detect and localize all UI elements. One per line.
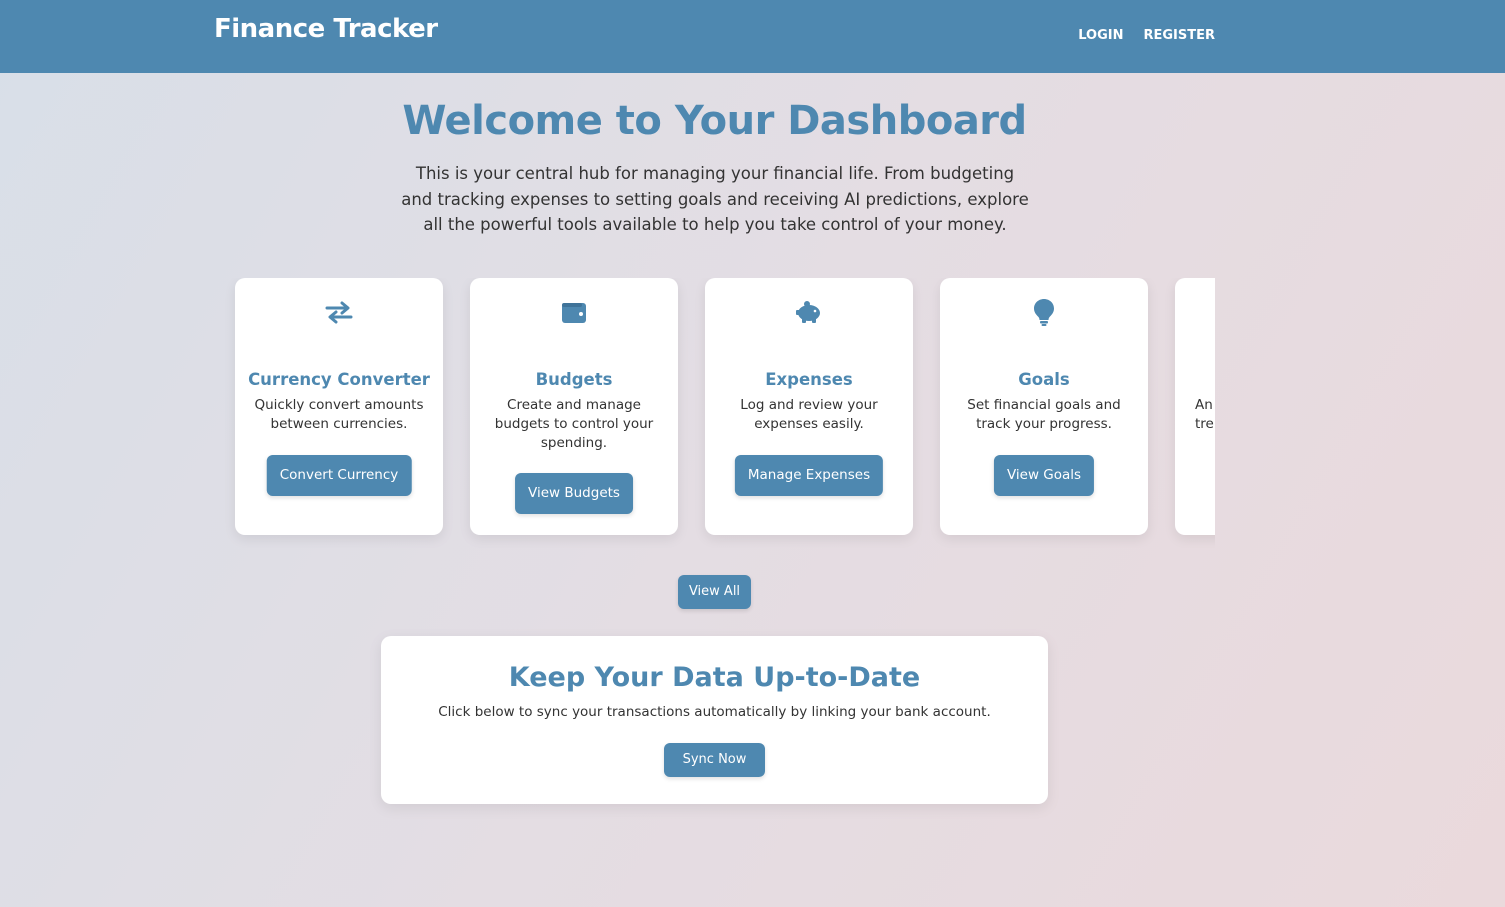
card-title: Goals (1018, 370, 1070, 389)
feature-card-ai-predictions: An tre (1175, 278, 1215, 535)
brand-logo[interactable]: Finance Tracker (214, 14, 438, 44)
sync-now-button[interactable]: Sync Now (664, 743, 765, 777)
feature-card-currency-converter: Currency Converter Quickly convert amoun… (235, 278, 443, 535)
lightbulb-icon (940, 298, 1148, 326)
card-description: An tre (1195, 397, 1214, 432)
card-title: Expenses (765, 370, 853, 389)
card-title: Budgets (535, 370, 613, 389)
feature-card-budgets: Budgets Create and manage budgets to con… (470, 278, 678, 535)
sync-title: Keep Your Data Up-to-Date (508, 662, 921, 693)
card-description: Log and review your expenses easily. (740, 397, 878, 432)
card-title: Currency Converter (248, 370, 430, 389)
feature-carousel: Currency Converter Quickly convert amoun… (214, 278, 1215, 548)
sync-description: Click below to sync your transactions au… (438, 704, 991, 720)
navbar: Finance Tracker LOGIN REGISTER (0, 0, 1505, 73)
sync-panel: Keep Your Data Up-to-Date Click below to… (381, 636, 1048, 804)
piggy-bank-icon (705, 298, 913, 326)
exchange-arrows-icon (235, 298, 443, 326)
card-description: Quickly convert amounts between currenci… (254, 397, 424, 432)
page-title: Welcome to Your Dashboard (402, 98, 1027, 144)
nav-links: LOGIN REGISTER (1078, 28, 1215, 43)
view-budgets-button[interactable]: View Budgets (515, 473, 633, 514)
card-description: Create and manage budgets to control you… (494, 397, 654, 451)
view-all-button[interactable]: View All (678, 575, 751, 609)
card-description: Set financial goals and track your progr… (967, 397, 1121, 432)
login-link[interactable]: LOGIN (1078, 28, 1123, 43)
manage-expenses-button[interactable]: Manage Expenses (734, 455, 884, 496)
view-goals-button[interactable]: View Goals (993, 455, 1095, 496)
feature-card-goals: Goals Set financial goals and track your… (940, 278, 1148, 535)
wallet-icon (470, 298, 678, 326)
convert-currency-button[interactable]: Convert Currency (266, 455, 412, 496)
hero-description: This is your central hub for managing yo… (401, 164, 1029, 234)
feature-card-expenses: Expenses Log and review your expenses ea… (705, 278, 913, 535)
register-link[interactable]: REGISTER (1143, 28, 1215, 43)
